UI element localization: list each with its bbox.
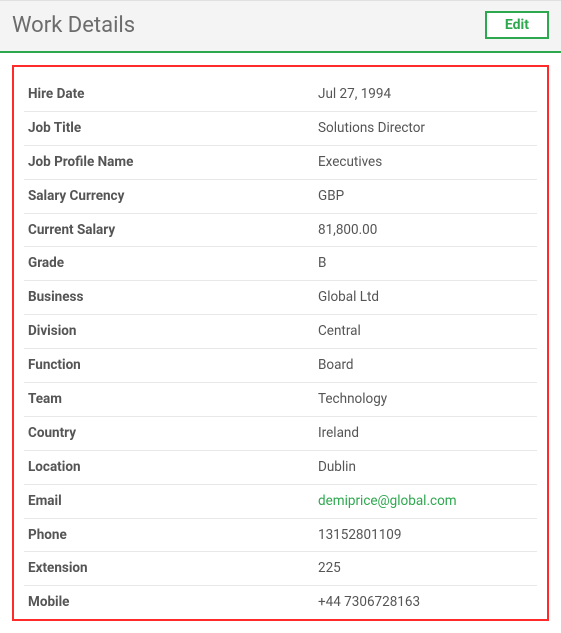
detail-row: TeamTechnology — [24, 383, 537, 417]
detail-label: Team — [28, 390, 318, 409]
detail-row: DivisionCentral — [24, 315, 537, 349]
detail-value-link[interactable]: demiprice@global.com — [318, 492, 533, 511]
detail-value: Central — [318, 322, 533, 341]
detail-label: Grade — [28, 254, 318, 273]
detail-value: 81,800.00 — [318, 221, 533, 240]
detail-value: 13152801109 — [318, 526, 533, 545]
detail-row: GradeB — [24, 247, 537, 281]
detail-value: 225 — [318, 559, 533, 578]
content-area: Hire DateJul 27, 1994Job TitleSolutions … — [0, 53, 561, 633]
detail-label: Hire Date — [28, 85, 318, 104]
panel-header: Work Details Edit — [0, 0, 561, 53]
detail-row: Current Salary81,800.00 — [24, 214, 537, 248]
detail-value: Global Ltd — [318, 288, 533, 307]
detail-label: Extension — [28, 559, 318, 578]
detail-label: Salary Currency — [28, 187, 318, 206]
detail-row: Phone13152801109 — [24, 519, 537, 553]
edit-button[interactable]: Edit — [485, 11, 549, 39]
detail-value: Ireland — [318, 424, 533, 443]
detail-label: Job Title — [28, 119, 318, 138]
detail-value: Executives — [318, 153, 533, 172]
detail-label: Country — [28, 424, 318, 443]
detail-label: Function — [28, 356, 318, 375]
detail-row: CountryIreland — [24, 417, 537, 451]
detail-label: Email — [28, 492, 318, 511]
detail-label: Business — [28, 288, 318, 307]
detail-label: Division — [28, 322, 318, 341]
detail-value: Dublin — [318, 458, 533, 477]
detail-value: Board — [318, 356, 533, 375]
page-title: Work Details — [12, 13, 135, 38]
detail-label: Current Salary — [28, 221, 318, 240]
detail-label: Location — [28, 458, 318, 477]
detail-row: BusinessGlobal Ltd — [24, 281, 537, 315]
detail-row: FunctionBoard — [24, 349, 537, 383]
detail-row: Hire DateJul 27, 1994 — [24, 67, 537, 112]
detail-row: Emaildemiprice@global.com — [24, 485, 537, 519]
detail-row: Salary CurrencyGBP — [24, 180, 537, 214]
detail-value: Jul 27, 1994 — [318, 85, 533, 104]
detail-value: B — [318, 254, 533, 273]
detail-value: GBP — [318, 187, 533, 206]
detail-value: Solutions Director — [318, 119, 533, 138]
detail-row: Extension225 — [24, 552, 537, 586]
detail-row: Job TitleSolutions Director — [24, 112, 537, 146]
detail-label: Phone — [28, 526, 318, 545]
detail-row: Job Profile NameExecutives — [24, 146, 537, 180]
work-details-list: Hire DateJul 27, 1994Job TitleSolutions … — [12, 65, 549, 621]
detail-row: LocationDublin — [24, 451, 537, 485]
detail-value: Technology — [318, 390, 533, 409]
detail-label: Job Profile Name — [28, 153, 318, 172]
